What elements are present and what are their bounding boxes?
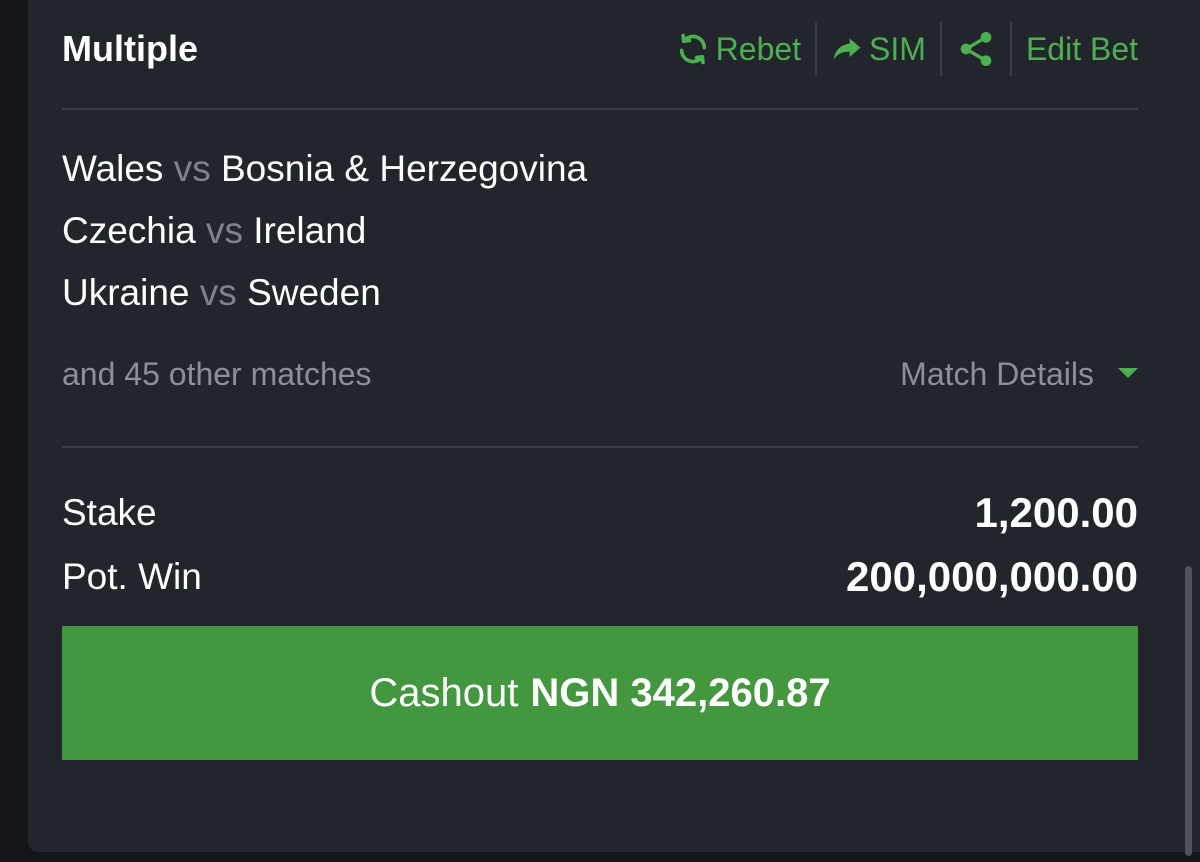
edit-bet-button[interactable]: Edit Bet: [1026, 29, 1138, 69]
bet-header: Multiple Rebet SIM Edit Bet: [62, 0, 1138, 110]
rebet-button[interactable]: Rebet: [676, 29, 801, 69]
stake-row: Stake 1,200.00: [62, 488, 1138, 538]
other-matches-row: and 45 other matches Match Details: [62, 352, 1138, 396]
edit-bet-label: Edit Bet: [1025, 31, 1138, 67]
share-arrow-icon: [831, 33, 863, 65]
match-details-label: Match Details: [900, 356, 1094, 392]
vs-label: vs: [199, 272, 237, 313]
other-matches-count: and 45 other matches: [62, 356, 372, 392]
action-divider: [1009, 22, 1012, 76]
pot-win-row: Pot. Win 200,000,000.00: [62, 552, 1138, 602]
bet-actions: Rebet SIM Edit Bet: [676, 22, 1138, 76]
section-divider: [62, 446, 1138, 448]
match-item: Wales vs Bosnia & Herzegovina: [62, 138, 587, 200]
sim-label: SIM: [869, 31, 926, 67]
away-team: Ireland: [253, 210, 367, 251]
scrollbar[interactable]: [1185, 566, 1192, 856]
pot-win-value: 200,000,000.00: [846, 553, 1138, 600]
stake-label: Stake: [62, 492, 157, 533]
sim-button[interactable]: SIM: [831, 29, 926, 69]
match-item: Czechia vs Ireland: [62, 200, 587, 262]
refresh-icon: [676, 32, 710, 66]
away-team: Bosnia & Herzegovina: [221, 148, 588, 189]
home-team: Czechia: [62, 210, 196, 251]
caret-down-icon: [1118, 368, 1138, 380]
bet-card: Multiple Rebet SIM Edit Bet Wales vs Bos…: [28, 0, 1200, 852]
share-button[interactable]: [956, 29, 996, 69]
home-team: Wales: [62, 148, 164, 189]
cashout-label: Cashout: [369, 670, 519, 715]
cashout-button[interactable]: Cashout NGN 342,260.87: [62, 626, 1138, 760]
action-divider: [815, 22, 818, 76]
pot-win-label: Pot. Win: [62, 556, 202, 597]
action-divider: [939, 22, 942, 76]
match-details-toggle[interactable]: Match Details: [900, 352, 1138, 396]
home-team: Ukraine: [62, 272, 190, 313]
vs-label: vs: [173, 148, 211, 189]
share-nodes-icon: [956, 29, 996, 69]
vs-label: vs: [205, 210, 243, 251]
match-item: Ukraine vs Sweden: [62, 262, 587, 324]
match-list: Wales vs Bosnia & Herzegovina Czechia vs…: [62, 138, 587, 324]
bet-type-title: Multiple: [62, 28, 198, 69]
cashout-amount: NGN 342,260.87: [530, 670, 831, 715]
away-team: Sweden: [247, 272, 381, 313]
rebet-label: Rebet: [715, 31, 802, 67]
stake-value: 1,200.00: [974, 489, 1139, 536]
